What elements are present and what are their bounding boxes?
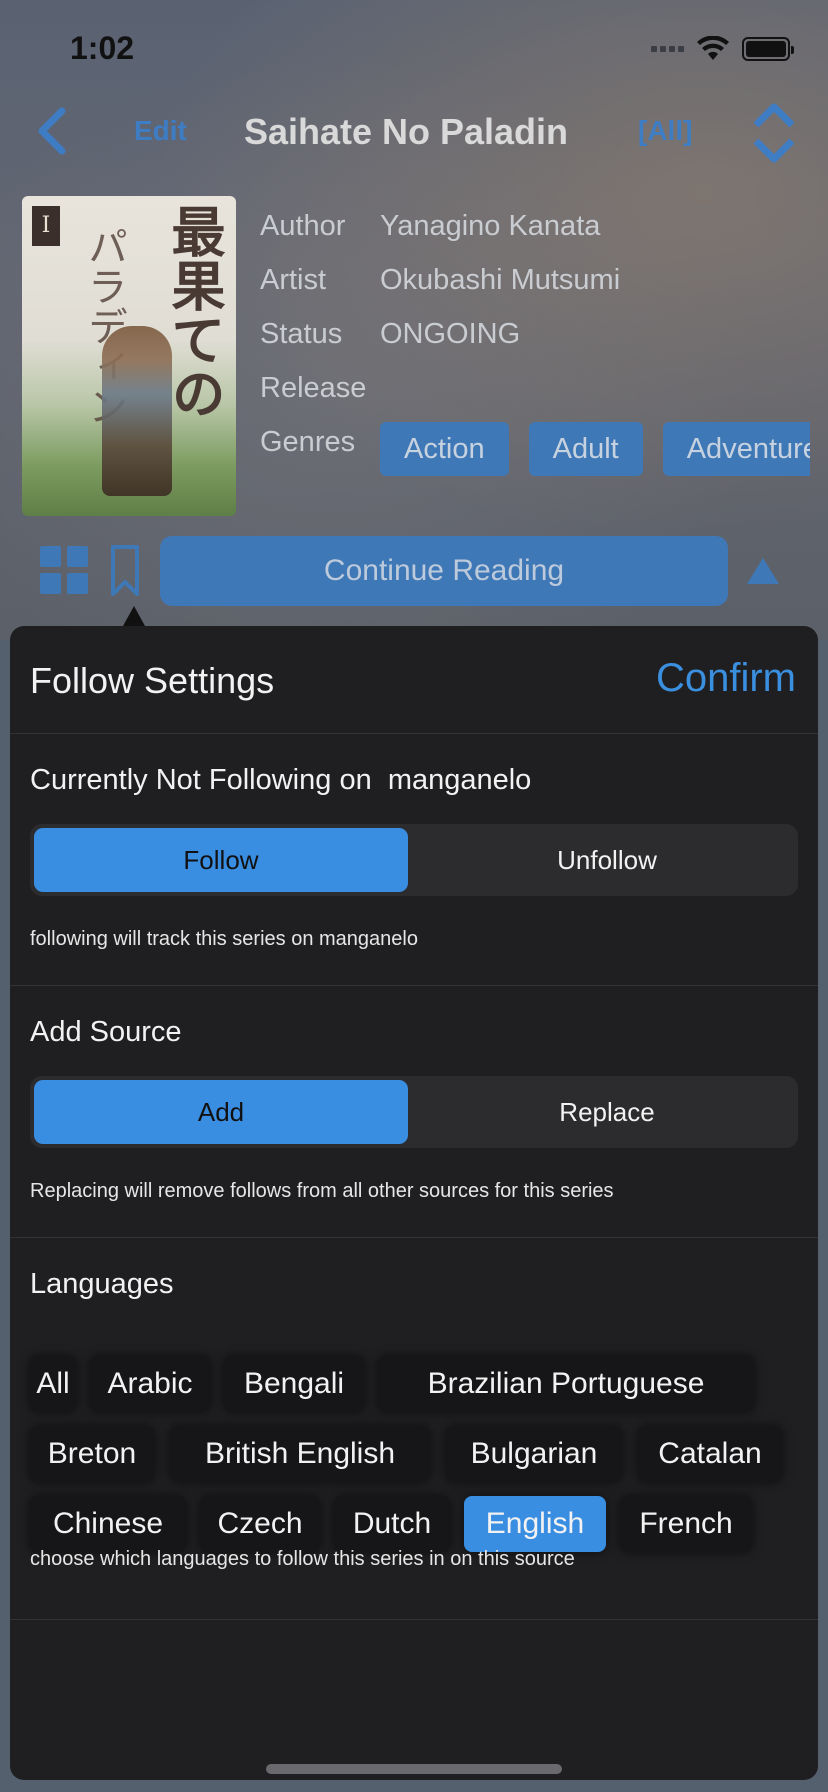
languages-section: Languages All Arabic Bengali Brazilian P… — [10, 1238, 818, 1620]
unfollow-option[interactable]: Unfollow — [420, 828, 794, 892]
language-chip-arabic[interactable]: Arabic — [90, 1356, 210, 1412]
source-note: Replacing will remove follows from all o… — [30, 1180, 614, 1202]
language-chip-bengali[interactable]: Bengali — [224, 1356, 364, 1412]
cover-character-art — [102, 326, 172, 496]
author-label: Author — [260, 210, 346, 242]
cover-title-kanji: 最果ての — [162, 204, 226, 420]
languages-note: choose which languages to follow this se… — [30, 1548, 575, 1570]
status-icons — [651, 36, 794, 62]
language-chip-british-english[interactable]: British English — [170, 1426, 430, 1482]
sheet-header: Follow Settings Confirm — [10, 626, 818, 734]
navigation-bar: Edit Saihate No Paladin [All] — [0, 95, 828, 175]
follow-note: following will track this series on mang… — [30, 928, 418, 950]
genre-tag[interactable]: Action — [380, 422, 509, 476]
follow-option[interactable]: Follow — [34, 828, 408, 892]
battery-icon — [742, 37, 794, 61]
language-chip-bulgarian[interactable]: Bulgarian — [446, 1426, 622, 1482]
source-section: Add Source Add Replace Replacing will re… — [10, 986, 818, 1238]
follow-settings-sheet: Follow Settings Confirm Currently Not Fo… — [10, 626, 818, 1780]
follow-status-title: Currently Not Following on manganelo — [30, 764, 532, 796]
popover-pointer — [123, 606, 145, 626]
artist-label: Artist — [260, 264, 327, 296]
cover-image[interactable]: I 最果ての パラディン — [22, 196, 236, 516]
author-value[interactable]: Yanagino Kanata — [380, 210, 600, 243]
follow-section: Currently Not Following on manganelo Fol… — [10, 734, 818, 986]
language-chip-french[interactable]: French — [620, 1496, 752, 1552]
sheet-title: Follow Settings — [30, 660, 275, 701]
language-chip-czech[interactable]: Czech — [200, 1496, 320, 1552]
scroll-up-triangle-icon[interactable] — [746, 556, 780, 586]
cellular-signal-icon — [651, 46, 684, 52]
continue-reading-button[interactable]: Continue Reading — [160, 536, 728, 606]
language-chip-dutch[interactable]: Dutch — [334, 1496, 450, 1552]
source-segmented-control: Add Replace — [30, 1076, 798, 1148]
status-label: Status — [260, 318, 343, 350]
languages-title: Languages — [30, 1268, 174, 1300]
volume-number: I — [32, 206, 60, 246]
bookmark-icon[interactable] — [110, 544, 140, 598]
confirm-button[interactable]: Confirm — [656, 656, 796, 701]
home-indicator[interactable] — [266, 1764, 562, 1774]
genre-tag[interactable]: Adult — [528, 422, 643, 476]
status-time: 1:02 — [70, 30, 135, 66]
release-label: Release — [260, 372, 367, 404]
language-chips: All Arabic Bengali Brazilian Portuguese … — [30, 1356, 810, 1576]
action-row: Continue Reading — [0, 536, 828, 606]
genre-scroller[interactable]: Action Adult Adventure — [258, 406, 810, 478]
grid-view-icon[interactable] — [40, 546, 90, 596]
series-title: Saihate No Paladin — [243, 111, 569, 152]
language-chip-chinese[interactable]: Chinese — [30, 1496, 186, 1552]
language-chip-english[interactable]: English — [464, 1496, 606, 1552]
sort-chevrons-icon[interactable] — [750, 101, 798, 165]
all-filter-button[interactable]: [All] — [638, 115, 692, 147]
language-chip-breton[interactable]: Breton — [30, 1426, 154, 1482]
add-source-title: Add Source — [30, 1016, 182, 1048]
language-chip-all[interactable]: All — [30, 1356, 76, 1412]
replace-option[interactable]: Replace — [420, 1080, 794, 1144]
language-chip-catalan[interactable]: Catalan — [638, 1426, 782, 1482]
genre-tag[interactable]: Adventure — [662, 422, 810, 476]
add-option[interactable]: Add — [34, 1080, 408, 1144]
language-chip-brazilian-portuguese[interactable]: Brazilian Portuguese — [378, 1356, 754, 1412]
status-value: ONGOING — [380, 318, 521, 350]
artist-value[interactable]: Okubashi Mutsumi — [380, 264, 620, 297]
follow-segmented-control: Follow Unfollow — [30, 824, 798, 896]
wifi-icon — [697, 36, 729, 60]
